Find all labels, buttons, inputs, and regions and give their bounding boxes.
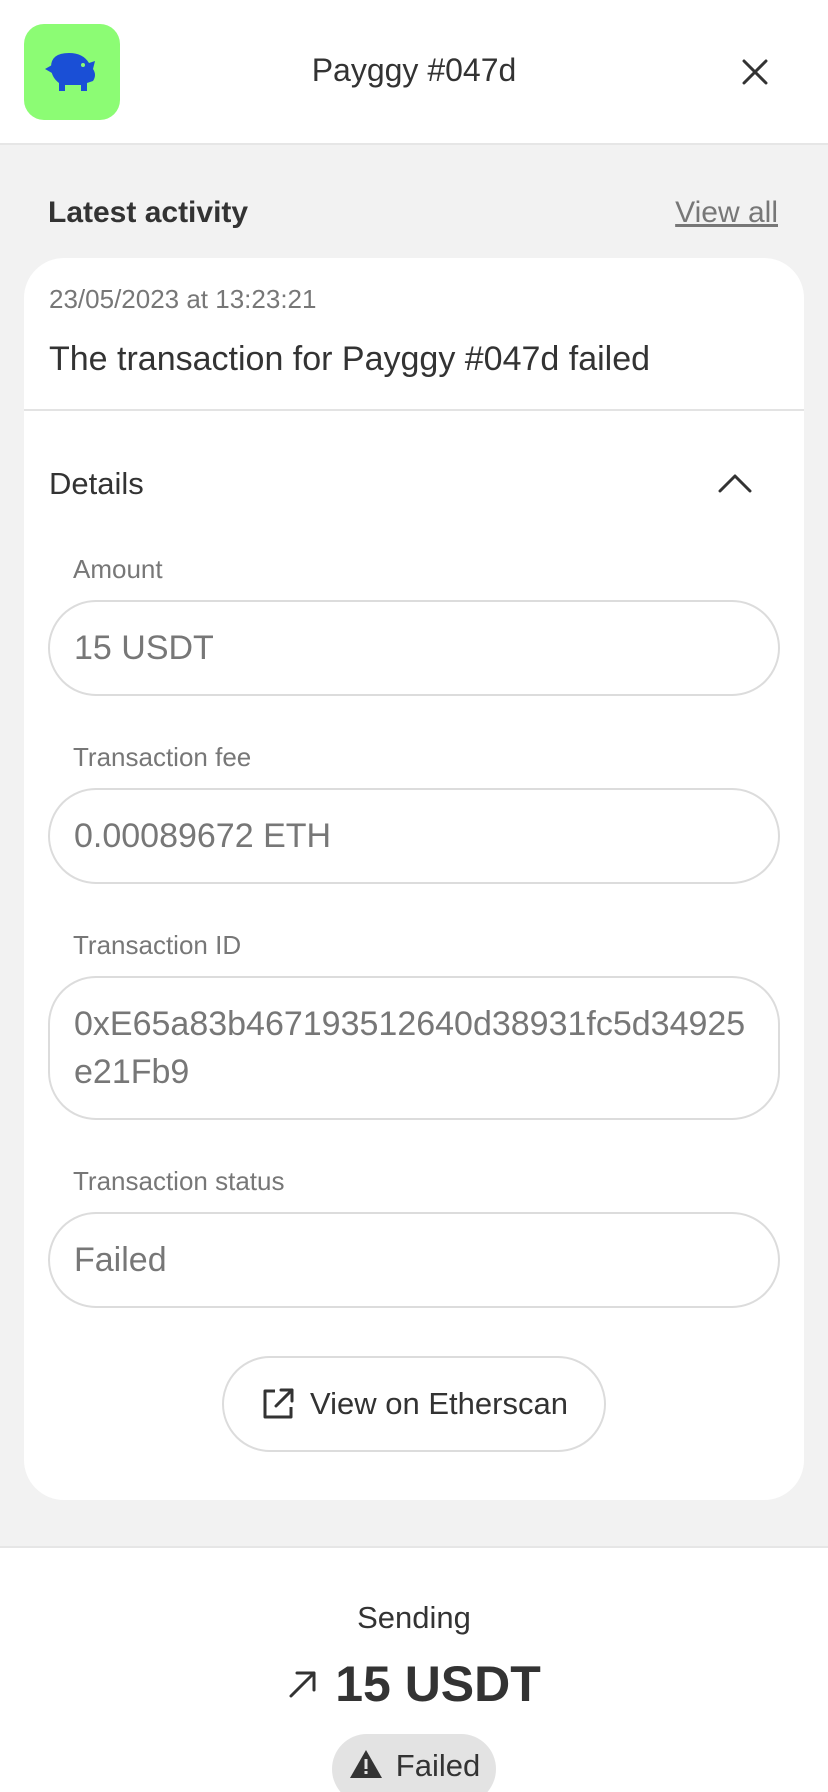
arrow-up-right-icon: [289, 1671, 316, 1698]
warning-icon: [349, 1750, 382, 1778]
close-button[interactable]: [731, 48, 779, 96]
view-all-link[interactable]: View all: [675, 196, 778, 230]
divider: [24, 409, 804, 411]
transaction-summary-footer: Sending 15 USDT Failed: [0, 1546, 828, 1792]
view-on-etherscan-button[interactable]: View on Etherscan: [222, 1356, 606, 1452]
sending-label: Sending: [357, 1600, 471, 1635]
transaction-fee-label: Transaction fee: [73, 742, 252, 772]
details-label: Details: [49, 466, 144, 501]
transaction-id-field[interactable]: 0xE65a83b467193512640d38931fc5d34925e21F…: [48, 976, 780, 1120]
amount-label: Amount: [73, 554, 163, 584]
activity-section-header: Latest activity View all: [48, 196, 778, 236]
transaction-status-field[interactable]: Failed: [48, 1212, 780, 1308]
page-title: Payggy #047d: [311, 52, 517, 88]
activity-card: 23/05/2023 at 13:23:21 The transaction f…: [24, 258, 804, 1500]
external-link-icon: [263, 1388, 294, 1419]
chevron-up-icon: [718, 474, 752, 493]
activity-message: The transaction for Payggy #047d failed: [49, 340, 651, 378]
close-icon: [742, 59, 768, 85]
activity-timestamp: 23/05/2023 at 13:23:21: [49, 284, 317, 314]
amount-row: 15 USDT: [0, 1654, 828, 1714]
app-header: Payggy #047d: [0, 0, 828, 145]
transaction-fee-field[interactable]: 0.00089672 ETH: [48, 788, 780, 884]
amount-field[interactable]: 15 USDT: [48, 600, 780, 696]
status-badge: Failed: [332, 1734, 496, 1792]
details-toggle-button[interactable]: [710, 458, 760, 508]
status-badge-label: Failed: [395, 1748, 481, 1783]
section-title: Latest activity: [48, 196, 249, 229]
transaction-status-label: Transaction status: [73, 1166, 285, 1196]
sending-amount: 15 USDT: [335, 1656, 541, 1712]
transaction-id-label: Transaction ID: [73, 930, 242, 960]
etherscan-button-label: View on Etherscan: [310, 1386, 568, 1421]
